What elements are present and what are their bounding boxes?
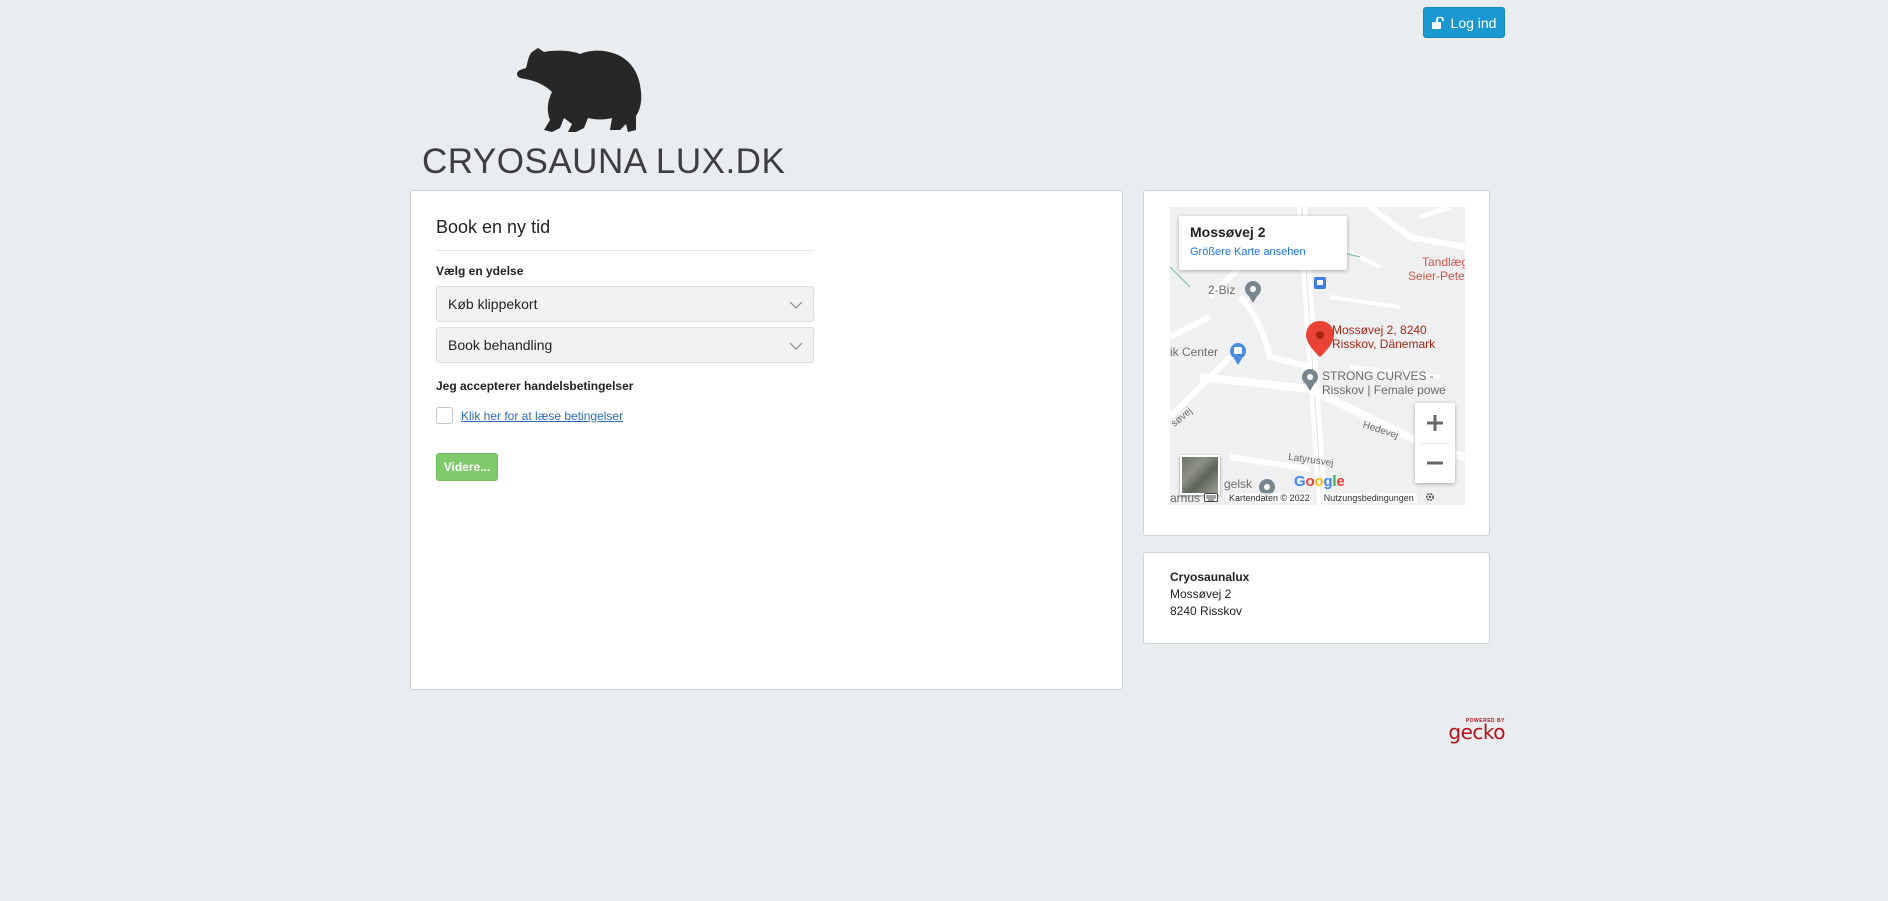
map-label-gelsk: gelsk	[1224, 477, 1253, 491]
login-button[interactable]: Log ind	[1423, 7, 1505, 38]
dentist-line1: Tandlæge	[1421, 255, 1465, 269]
unlock-icon	[1431, 16, 1446, 29]
logo-text: CRYOSAUNA LUX.DK	[422, 142, 786, 181]
chevron-down-icon	[789, 337, 803, 353]
zoom-out-button[interactable]	[1415, 443, 1455, 483]
map-label-biz: 2-Biz	[1208, 283, 1236, 297]
plus-icon	[1427, 415, 1443, 431]
zoom-divider	[1421, 443, 1449, 444]
map-terms-link[interactable]: Nutzungsbedingungen	[1320, 493, 1417, 503]
next-button[interactable]: Videre...	[436, 453, 498, 481]
booking-panel: Book en ny tid Vælg en ydelse Køb klippe…	[410, 190, 1123, 690]
terms-link[interactable]: Klik her for at læse betingelser	[461, 409, 623, 423]
larger-map-link[interactable]: Größere Karte ansehen	[1190, 246, 1336, 259]
map-embed[interactable]: 2-Biz ik Center Mossøvej 2, 8240 Risskov…	[1170, 207, 1465, 505]
terms-row: Klik her for at læse betingelser	[436, 407, 814, 424]
powered-by-gecko-logo[interactable]: POWERED BY gecko	[1445, 718, 1507, 744]
strong-line2: Risskov | Female powe	[1322, 383, 1446, 397]
select-value: Book behandling	[448, 337, 553, 353]
satellite-toggle[interactable]	[1180, 455, 1220, 495]
keyboard-icon[interactable]	[1204, 492, 1218, 504]
address-panel: Cryosaunalux Mossøvej 2 8240 Risskov	[1143, 552, 1490, 644]
pin-label-line2: Risskov, Dänemark	[1332, 337, 1436, 351]
terms-label: Jeg accepterer handelsbetingelser	[436, 379, 634, 393]
map-label-strong: STRONG CURVES - Risskov | Female powe	[1322, 369, 1446, 397]
map-label-center: ik Center	[1170, 345, 1219, 359]
map-info-card: Mossøvej 2 Größere Karte ansehen	[1179, 216, 1347, 270]
pin-label-line1: Mossøvej 2, 8240	[1332, 323, 1427, 337]
chevron-down-icon	[789, 296, 803, 312]
select-value: Køb klippekort	[448, 296, 538, 312]
address-city: 8240 Risskov	[1170, 604, 1243, 618]
gear-icon[interactable]	[1425, 492, 1435, 504]
map-label-dentist: Tandlæge Seier-Peters	[1408, 255, 1465, 283]
map-pin-label: Mossøvej 2, 8240 Risskov, Dänemark	[1332, 323, 1435, 351]
booking-title: Book en ny tid	[436, 216, 814, 251]
address-street: Mossøvej 2	[1170, 587, 1232, 601]
strong-line1: STRONG CURVES -	[1322, 369, 1434, 383]
map-panel: 2-Biz ik Center Mossøvej 2, 8240 Risskov…	[1143, 190, 1490, 536]
map-info-title: Mossøvej 2	[1190, 224, 1266, 240]
login-label: Log ind	[1450, 14, 1497, 31]
map-footer: Kartendaten © 2022 Nutzungsbedingungen	[1170, 491, 1465, 505]
terms-checkbox[interactable]	[436, 407, 453, 424]
zoom-control	[1415, 403, 1455, 483]
service-select-treatment[interactable]: Book behandling	[436, 327, 814, 363]
gecko-brand: gecko	[1448, 720, 1505, 744]
google-logo: Google	[1294, 473, 1345, 490]
map-attribution: Kartendaten © 2022	[1226, 493, 1313, 503]
minus-icon	[1427, 461, 1443, 465]
dentist-line2: Seier-Peters	[1408, 269, 1465, 283]
service-select-clipcard[interactable]: Køb klippekort	[436, 286, 814, 322]
address-block: Cryosaunalux Mossøvej 2 8240 Risskov	[1170, 569, 1249, 620]
bear-logo-icon	[517, 48, 642, 132]
brand-logo: CRYOSAUNA LUX.DK	[422, 46, 786, 182]
service-label: Vælg en ydelse	[436, 264, 524, 278]
company-name: Cryosaunalux	[1170, 570, 1250, 584]
zoom-in-button[interactable]	[1415, 403, 1455, 443]
